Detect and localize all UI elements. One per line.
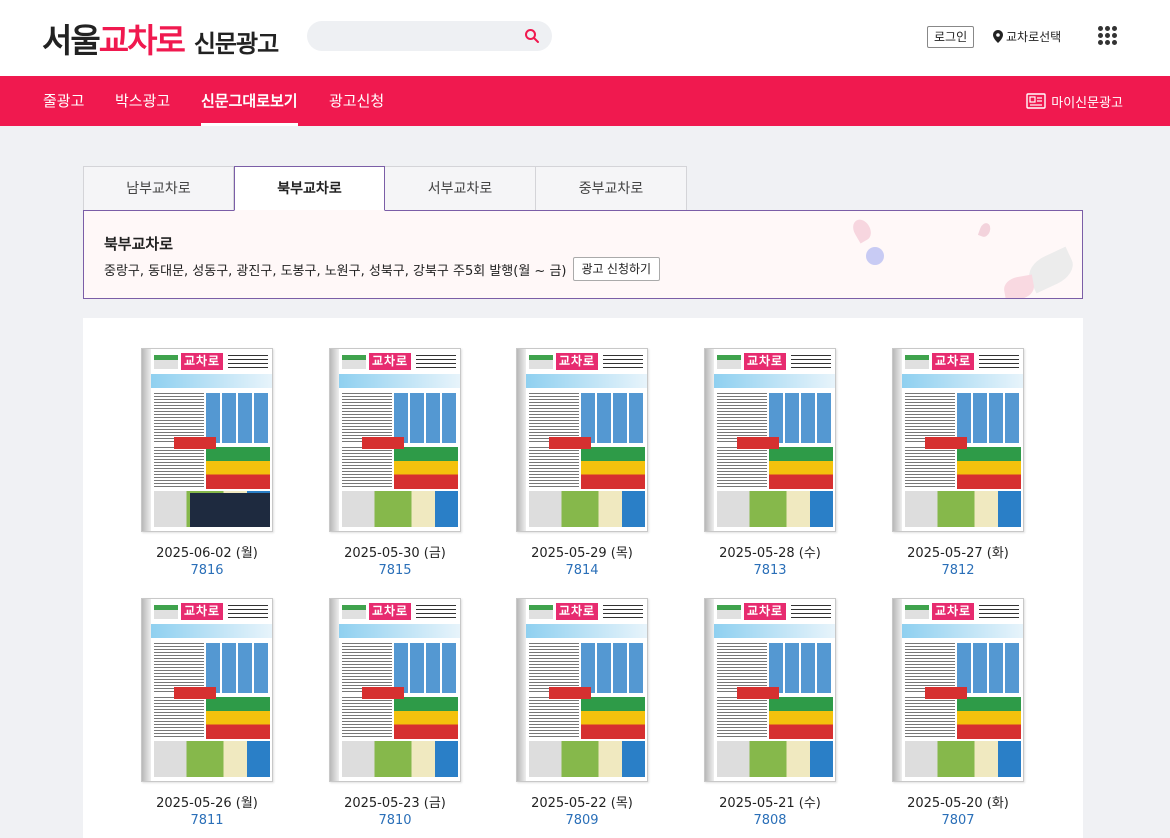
ad-apply-button[interactable]: 광고 신청하기 xyxy=(572,257,661,281)
newspaper-issue-number[interactable]: 7815 xyxy=(325,563,465,578)
newspaper-masthead: 교차로 xyxy=(556,353,598,370)
newspaper-list: 교차로 2025-06-02 (월) 7816 교차로 2025-05-30 (금) 78… xyxy=(83,318,1083,838)
newspaper-issue-number[interactable]: 7816 xyxy=(137,563,277,578)
site-header: 서울 교차로 신문광고 로그인 교차로선택 xyxy=(0,0,1170,76)
newspaper-item[interactable]: 교차로 2025-05-27 (화) 7812 xyxy=(888,348,1028,578)
tab-central[interactable]: 중부교차로 xyxy=(536,166,687,211)
main-nav: 줄광고 박스광고 신문그대로보기 광고신청 마이신문광고 xyxy=(0,76,1170,126)
edition-description: 중랑구, 동대문, 성동구, 광진구, 도봉구, 노원구, 성북구, 강북구 주… xyxy=(104,263,567,279)
edition-info-box: 북부교차로 중랑구, 동대문, 성동구, 광진구, 도봉구, 노원구, 성북구,… xyxy=(83,210,1083,299)
location-pin-icon xyxy=(993,30,1003,43)
search-input[interactable] xyxy=(307,21,507,51)
nav-item-line-ads[interactable]: 줄광고 xyxy=(43,76,84,126)
newspaper-thumbnail[interactable]: 교차로 xyxy=(141,598,273,782)
newspaper-masthead: 교차로 xyxy=(744,603,786,620)
newspaper-thumbnail[interactable]: 교차로 xyxy=(516,348,648,532)
newspaper-issue-number[interactable]: 7809 xyxy=(512,813,652,828)
newspaper-thumbnail[interactable]: 교차로 xyxy=(892,348,1024,532)
newspaper-item[interactable]: 교차로 2025-06-02 (월) 7816 xyxy=(137,348,277,578)
newspaper-date: 2025-05-23 (금) xyxy=(344,796,446,811)
region-label: 교차로선택 xyxy=(1006,30,1062,44)
newspaper-masthead: 교차로 xyxy=(556,603,598,620)
tab-west[interactable]: 서부교차로 xyxy=(385,166,536,211)
newspaper-date: 2025-05-30 (금) xyxy=(344,546,446,561)
nav-item-ad-apply[interactable]: 광고신청 xyxy=(329,76,384,126)
my-newspaper-ads-link[interactable]: 마이신문광고 xyxy=(1026,76,1123,126)
site-logo[interactable]: 서울 교차로 신문광고 xyxy=(42,14,279,62)
search-box xyxy=(307,21,552,51)
newspaper-masthead: 교차로 xyxy=(932,603,974,620)
newspaper-icon xyxy=(1026,93,1046,109)
newspaper-masthead: 교차로 xyxy=(181,603,223,620)
newspaper-date: 2025-05-26 (월) xyxy=(156,796,258,811)
newspaper-date: 2025-05-22 (목) xyxy=(531,796,633,811)
newspaper-date: 2025-05-20 (화) xyxy=(907,796,1009,811)
newspaper-issue-number[interactable]: 7810 xyxy=(325,813,465,828)
newspaper-date: 2025-05-29 (목) xyxy=(531,546,633,561)
nav-item-newspaper-view[interactable]: 신문그대로보기 xyxy=(201,76,298,126)
edition-description-row: 중랑구, 동대문, 성동구, 광진구, 도봉구, 노원구, 성북구, 강북구 주… xyxy=(104,257,661,281)
newspaper-issue-number[interactable]: 7807 xyxy=(888,813,1028,828)
decoration-petal xyxy=(849,216,875,244)
newspaper-thumbnail[interactable]: 교차로 xyxy=(141,348,273,532)
newspaper-thumbnail[interactable]: 교차로 xyxy=(704,348,836,532)
decoration-leaf xyxy=(1002,274,1036,298)
newspaper-item[interactable]: 교차로 2025-05-30 (금) 7815 xyxy=(325,348,465,578)
region-select[interactable]: 교차로선택 xyxy=(993,28,1061,45)
app-grid-icon[interactable] xyxy=(1098,26,1117,45)
newspaper-issue-number[interactable]: 7813 xyxy=(700,563,840,578)
newspaper-date: 2025-05-27 (화) xyxy=(907,546,1009,561)
newspaper-item[interactable]: 교차로 2025-05-28 (수) 7813 xyxy=(700,348,840,578)
newspaper-item[interactable]: 교차로 2025-05-21 (수) 7808 xyxy=(700,598,840,828)
newspaper-masthead: 교차로 xyxy=(181,353,223,370)
edition-title: 북부교차로 xyxy=(104,235,174,253)
newspaper-thumbnail[interactable]: 교차로 xyxy=(329,348,461,532)
decoration-circle xyxy=(866,247,884,265)
newspaper-masthead: 교차로 xyxy=(369,353,411,370)
newspaper-item[interactable]: 교차로 2025-05-20 (화) 7807 xyxy=(888,598,1028,828)
logo-sub: 신문광고 xyxy=(193,30,279,58)
newspaper-date: 2025-05-21 (수) xyxy=(719,796,821,811)
newspaper-item[interactable]: 교차로 2025-05-22 (목) 7809 xyxy=(512,598,652,828)
newspaper-date: 2025-06-02 (월) xyxy=(156,546,258,561)
search-icon[interactable] xyxy=(524,28,540,44)
my-newspaper-ads-label: 마이신문광고 xyxy=(1051,95,1123,111)
tab-north[interactable]: 북부교차로 xyxy=(234,166,385,211)
newspaper-issue-number[interactable]: 7814 xyxy=(512,563,652,578)
newspaper-thumbnail[interactable]: 교차로 xyxy=(516,598,648,782)
newspaper-issue-number[interactable]: 7808 xyxy=(700,813,840,828)
newspaper-masthead: 교차로 xyxy=(369,603,411,620)
newspaper-item[interactable]: 교차로 2025-05-26 (월) 7811 xyxy=(137,598,277,828)
login-button[interactable]: 로그인 xyxy=(927,26,975,48)
nav-item-box-ads[interactable]: 박스광고 xyxy=(115,76,170,126)
newspaper-item[interactable]: 교차로 2025-05-29 (목) 7814 xyxy=(512,348,652,578)
newspaper-masthead: 교차로 xyxy=(744,353,786,370)
newspaper-thumbnail[interactable]: 교차로 xyxy=(892,598,1024,782)
region-tabs: 남부교차로 북부교차로 서부교차로 중부교차로 xyxy=(83,166,687,211)
decoration-petal xyxy=(977,221,993,239)
newspaper-thumbnail[interactable]: 교차로 xyxy=(704,598,836,782)
newspaper-masthead: 교차로 xyxy=(932,353,974,370)
newspaper-issue-number[interactable]: 7811 xyxy=(137,813,277,828)
tab-south[interactable]: 남부교차로 xyxy=(83,166,234,211)
logo-accent: 교차로 xyxy=(98,21,186,60)
newspaper-item[interactable]: 교차로 2025-05-23 (금) 7810 xyxy=(325,598,465,828)
newspaper-date: 2025-05-28 (수) xyxy=(719,546,821,561)
newspaper-thumbnail[interactable]: 교차로 xyxy=(329,598,461,782)
logo-main: 서울 xyxy=(42,21,101,60)
newspaper-issue-number[interactable]: 7812 xyxy=(888,563,1028,578)
